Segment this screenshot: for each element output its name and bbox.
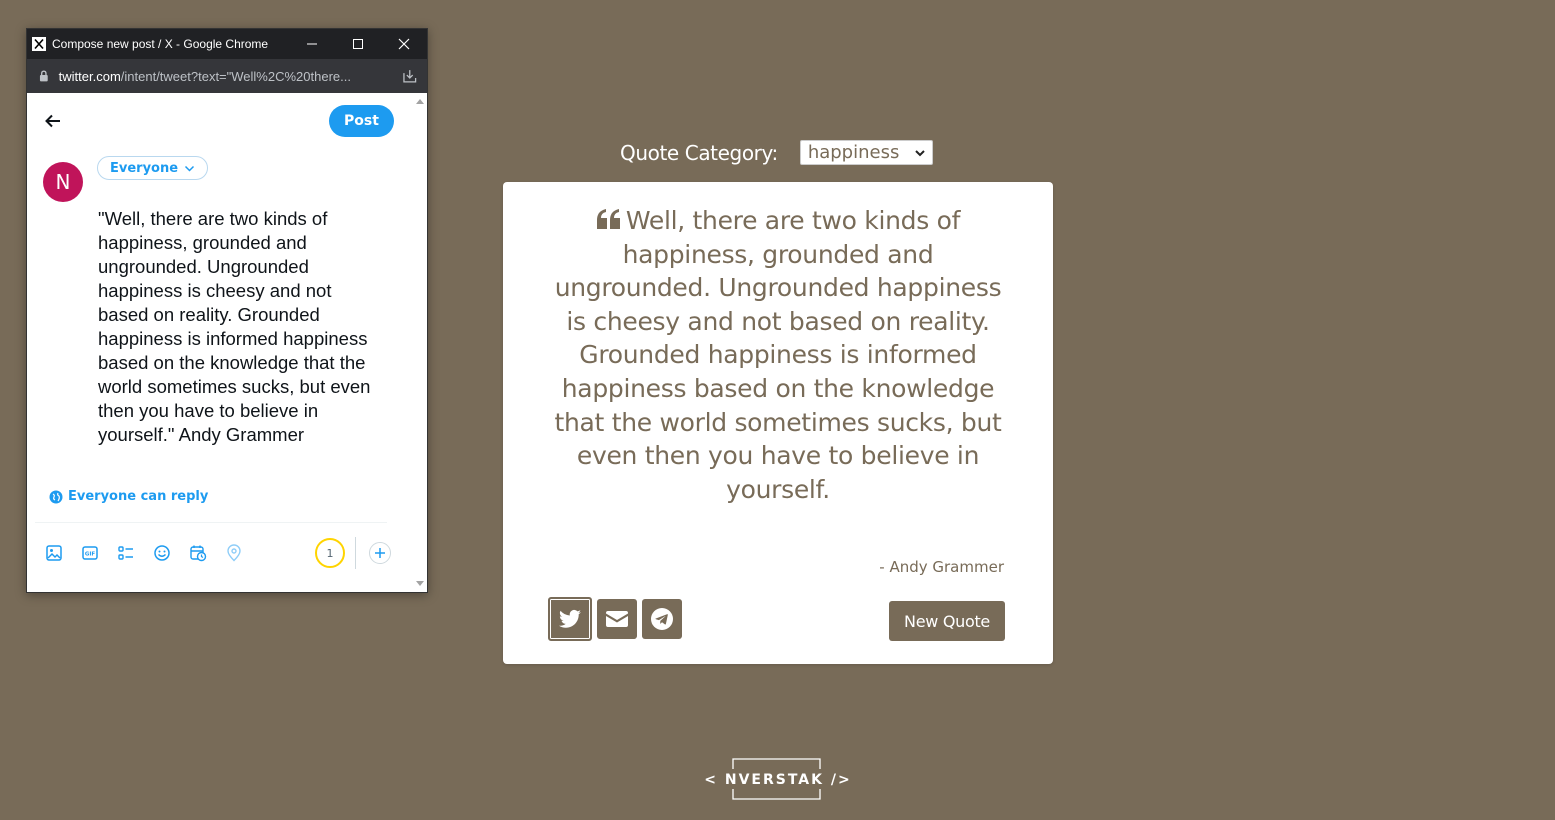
plus-icon [375,548,385,558]
add-emoji-button[interactable] [153,544,171,562]
minimize-icon [307,43,317,45]
quote-text: Well, there are two kinds of happiness, … [554,206,1002,504]
close-window-button[interactable] [381,29,427,59]
svg-text:GIF: GIF [85,552,96,558]
envelope-icon [606,611,628,627]
url-host: twitter.com [58,68,121,84]
twitter-icon [559,609,581,628]
reply-setting-button[interactable]: Everyone can reply [49,489,208,504]
window-titlebar: Compose new post / X - Google Chrome [27,29,427,59]
url-path: /intent/tweet?text="Well%2C%20there... [120,68,351,84]
tweet-quote-button[interactable] [548,597,592,641]
location-icon [227,544,241,562]
nverstak-logo: < NVERSTAK /> [704,758,851,800]
address-bar[interactable]: twitter.com/intent/tweet?text="Well%2C%2… [27,59,427,93]
gif-icon: GIF [82,546,98,560]
scroll-up-arrow[interactable] [416,99,424,104]
maximize-icon [353,39,363,49]
close-icon [398,38,410,50]
add-poll-button[interactable] [117,544,135,562]
quote-text-block: Well, there are two kinds of happiness, … [549,204,1007,506]
schedule-icon [190,545,207,562]
category-label: Quote Category: [620,140,778,165]
share-buttons [548,597,682,641]
category-select[interactable]: happiness [799,140,933,165]
add-gif-button[interactable]: GIF [81,544,99,562]
minimize-button[interactable] [289,29,335,59]
tweet-textarea[interactable]: "Well, there are two kinds of happiness,… [98,207,378,447]
reply-setting-label: Everyone can reply [68,489,209,504]
lock-icon [39,70,48,82]
chevron-down-icon [915,149,925,156]
email-quote-button[interactable] [597,599,637,639]
poll-icon [118,546,133,560]
telegram-quote-button[interactable] [642,599,682,639]
scroll-down-arrow[interactable] [416,581,424,586]
schedule-button[interactable] [189,544,207,562]
quote-left-icon [596,209,620,229]
scrollbar[interactable] [412,93,427,592]
compose-toolbar: GIF [45,544,243,562]
quote-author: - Andy Grammer [879,558,1004,576]
telegram-icon [651,608,673,630]
audience-label: Everyone [110,160,179,176]
window-title: Compose new post / X - Google Chrome [52,37,269,51]
avatar[interactable]: N [43,162,83,202]
post-button[interactable]: Post [329,105,394,137]
brand-text: < NVERSTAK /> [704,772,851,788]
category-selected-value: happiness [807,142,900,163]
x-logo-icon [32,37,46,51]
globe-icon [49,490,63,503]
quote-card: Well, there are two kinds of happiness, … [503,182,1053,664]
audience-selector[interactable]: Everyone [97,156,209,180]
back-arrow-icon[interactable] [43,111,63,131]
image-icon [46,545,62,561]
divider [35,522,387,523]
chevron-down-icon [185,165,195,172]
download-icon[interactable] [402,68,418,84]
emoji-icon [154,545,170,561]
category-row: Quote Category: happiness [620,139,933,166]
compose-popup-window: Compose new post / X - Google Chrome twi… [26,28,428,593]
tag-location-button[interactable] [225,544,243,562]
maximize-button[interactable] [335,29,381,59]
add-post-button[interactable] [369,542,391,564]
toolbar-separator [355,537,356,569]
add-media-button[interactable] [45,544,63,562]
new-quote-button[interactable]: New Quote [889,601,1005,641]
character-counter: 1 [315,538,345,568]
compose-panel: Post N Everyone "Well, there are two kin… [27,93,427,592]
